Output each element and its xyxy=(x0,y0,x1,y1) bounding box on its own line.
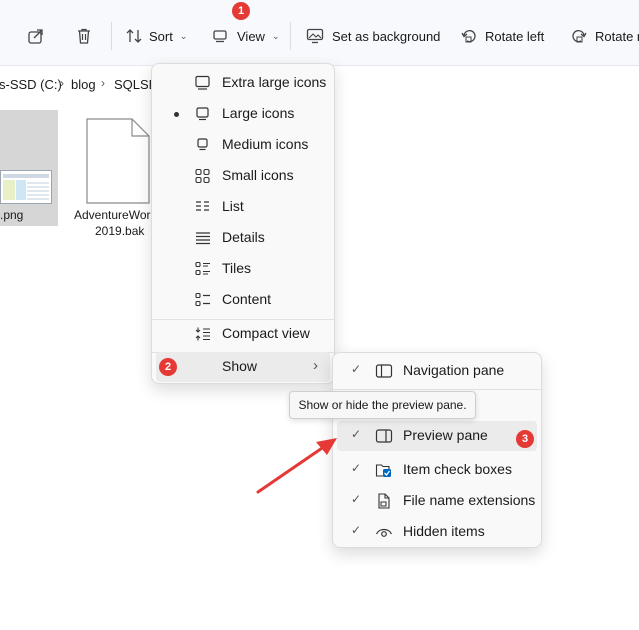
breadcrumb-folder[interactable]: blog xyxy=(71,77,96,92)
selected-bullet-icon xyxy=(174,112,179,117)
menu-item-list[interactable]: List xyxy=(156,192,330,222)
menu-item-compact-view[interactable]: Compact view xyxy=(156,319,330,349)
file-item[interactable]: AdventureWorl 2019.bak xyxy=(70,116,160,246)
file-icon xyxy=(375,493,393,509)
rotate-left-icon xyxy=(461,28,477,44)
annotation-arrow xyxy=(256,438,337,494)
menu-item-small-icons[interactable]: Small icons xyxy=(156,161,330,191)
submenu-item-label: Hidden items xyxy=(403,523,485,539)
view-label: View xyxy=(237,28,265,44)
pane-icon xyxy=(375,428,393,444)
content-icon xyxy=(194,292,212,308)
sort-button[interactable]: Sort ⌄ xyxy=(126,22,187,50)
rotate-left-label: Rotate left xyxy=(485,28,545,44)
rotate-right-icon xyxy=(571,28,587,44)
toolbar-separator xyxy=(290,22,291,50)
check-icon: ✓ xyxy=(351,492,362,506)
chevron-right-icon: › xyxy=(101,76,105,90)
wallpaper-icon xyxy=(306,28,324,44)
menu-item-label: Tiles xyxy=(222,260,252,276)
menu-item-label: Small icons xyxy=(222,167,294,183)
view-icon xyxy=(212,28,228,44)
menu-item-medium-icons[interactable]: Medium icons xyxy=(156,130,330,160)
monitor-small-icon xyxy=(194,137,212,153)
check-icon: ✓ xyxy=(351,362,362,376)
chevron-right-icon: › xyxy=(313,357,318,374)
submenu-item-label: Preview pane xyxy=(403,427,488,443)
file-name: AdventureWorl xyxy=(74,208,154,222)
share-icon xyxy=(27,27,45,45)
menu-item-label: Show xyxy=(222,358,258,374)
check-icon: ✓ xyxy=(351,427,362,441)
menu-item-label: List xyxy=(222,198,244,214)
menu-item-content[interactable]: Content xyxy=(156,285,330,315)
document-icon xyxy=(86,118,150,209)
sort-icon xyxy=(126,28,142,44)
show-submenu: ✓ Navigation pane ✓ Preview pane ✓ Item … xyxy=(332,352,542,548)
menu-item-show[interactable]: Show › xyxy=(156,352,330,382)
rotate-right-button[interactable]: Rotate r xyxy=(571,22,639,50)
monitor-icon xyxy=(194,75,212,91)
menu-separator xyxy=(333,389,541,390)
set-as-background-button[interactable]: Set as background xyxy=(306,22,440,50)
step-badge-1: 1 xyxy=(232,2,250,20)
command-bar: Sort ⌄ View ⌄ Set as background Rotate l… xyxy=(0,0,639,66)
step-badge-3: 3 xyxy=(516,430,534,448)
file-name-line2: 2019.bak xyxy=(95,224,145,238)
file-item-selected[interactable]: .png xyxy=(0,110,58,226)
check-icon: ✓ xyxy=(351,461,362,475)
trash-icon xyxy=(75,27,93,45)
toolbar-separator xyxy=(111,22,112,50)
file-name: .png xyxy=(0,208,24,222)
step-badge-2: 2 xyxy=(159,358,177,376)
menu-item-label: Details xyxy=(222,229,265,245)
submenu-item-navigation-pane[interactable]: ✓ Navigation pane xyxy=(337,356,537,386)
menu-item-extra-large-icons[interactable]: Extra large icons xyxy=(156,68,330,98)
eye-icon xyxy=(375,524,393,540)
check-icon: ✓ xyxy=(351,523,362,537)
chevron-right-icon: › xyxy=(60,76,64,90)
submenu-item-label: Navigation pane xyxy=(403,362,505,378)
image-thumbnail-icon xyxy=(0,170,52,204)
menu-item-label: Large icons xyxy=(222,105,295,121)
set-as-background-label: Set as background xyxy=(332,28,441,44)
delete-button[interactable] xyxy=(75,22,93,50)
submenu-item-preview-pane[interactable]: ✓ Preview pane xyxy=(337,421,537,451)
details-icon xyxy=(194,230,212,246)
submenu-item-label: File name extensions xyxy=(403,492,536,508)
menu-item-large-icons[interactable]: Large icons xyxy=(156,99,330,129)
sort-label: Sort xyxy=(149,28,173,44)
menu-item-label: Content xyxy=(222,291,272,307)
submenu-item-hidden-items[interactable]: ✓ Hidden items xyxy=(337,517,537,547)
share-button[interactable] xyxy=(27,22,45,50)
grid-icon xyxy=(194,168,212,184)
compact-icon xyxy=(194,326,212,342)
view-button[interactable]: View ⌄ xyxy=(212,22,280,50)
submenu-item-label: Item check boxes xyxy=(403,461,512,477)
breadcrumb-drive[interactable]: s-SSD (C:) xyxy=(0,77,62,92)
rotate-left-button[interactable]: Rotate left xyxy=(461,22,544,50)
submenu-item-item-check-boxes[interactable]: ✓ Item check boxes xyxy=(337,455,537,485)
menu-item-tiles[interactable]: Tiles xyxy=(156,254,330,284)
menu-item-label: Medium icons xyxy=(222,136,309,152)
pane-icon xyxy=(375,363,393,379)
chevron-down-icon: ⌄ xyxy=(179,30,188,41)
monitor-icon xyxy=(194,106,212,122)
chevron-down-icon: ⌄ xyxy=(271,30,280,41)
view-menu: Extra large icons Large icons Medium ico… xyxy=(151,63,335,384)
menu-item-label: Extra large icons xyxy=(222,74,327,90)
submenu-item-file-name-extensions[interactable]: ✓ File name extensions xyxy=(337,486,537,516)
tiles-icon xyxy=(194,261,212,277)
rotate-right-label: Rotate r xyxy=(595,28,639,44)
checkbox-folder-icon xyxy=(375,462,393,478)
tooltip: Show or hide the preview pane. xyxy=(289,391,476,419)
menu-item-label: Compact view xyxy=(222,325,310,341)
menu-item-details[interactable]: Details xyxy=(156,223,330,253)
list-icon xyxy=(194,199,212,215)
